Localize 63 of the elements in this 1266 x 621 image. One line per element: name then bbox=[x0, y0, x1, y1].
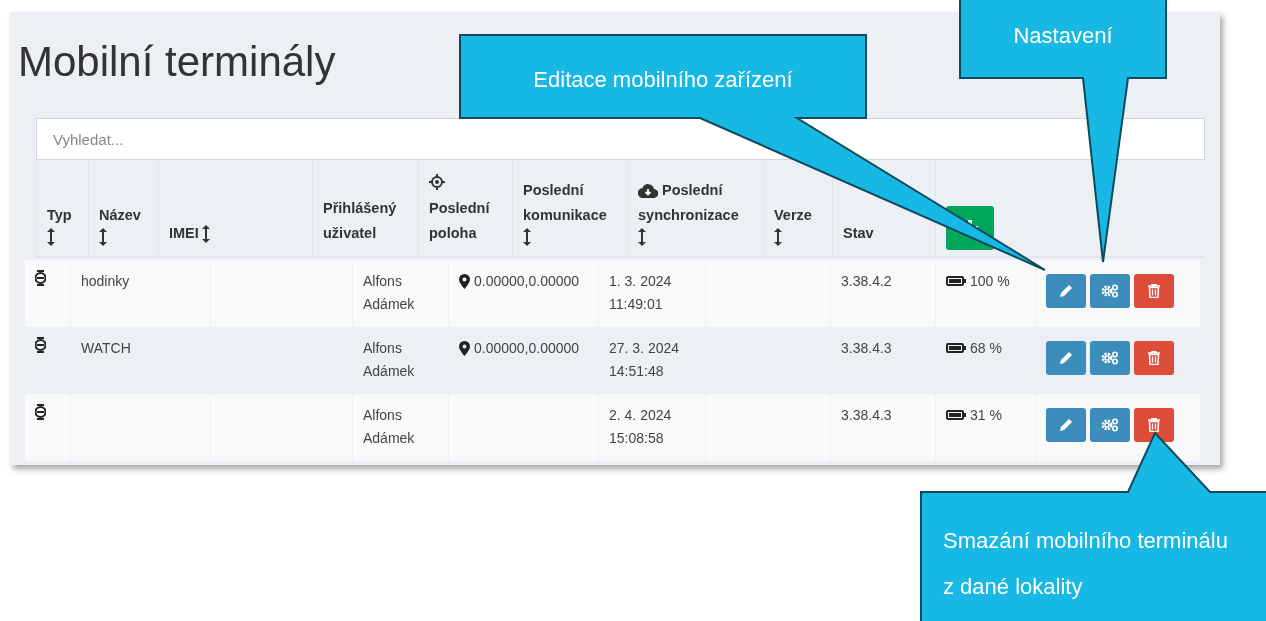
edit-button[interactable] bbox=[1046, 408, 1086, 442]
table-cell-text: Alfons Adámek bbox=[363, 339, 416, 381]
map-pin-icon bbox=[459, 274, 470, 289]
column-header: Verze bbox=[774, 206, 813, 225]
table-cell-text: 100 % bbox=[970, 272, 1010, 291]
pencil-icon bbox=[1059, 284, 1073, 298]
table-cell-text: 2. 4. 2024 15:08:58 bbox=[609, 406, 672, 448]
table-cell-text: Alfons Adámek bbox=[363, 272, 416, 314]
page-title: Mobilní terminály bbox=[18, 38, 336, 86]
settings-button[interactable] bbox=[1090, 274, 1130, 308]
watch-icon bbox=[35, 337, 46, 353]
table-cell-text: 1. 3. 2024 11:49:01 bbox=[609, 272, 672, 314]
table-cell-text: 0.00000,0.00000 bbox=[474, 272, 580, 291]
trash-icon bbox=[1148, 418, 1160, 432]
settings-button[interactable] bbox=[1090, 341, 1130, 375]
battery-icon bbox=[946, 343, 966, 353]
sort-icon[interactable] bbox=[201, 224, 210, 243]
delete-button[interactable] bbox=[1134, 408, 1174, 442]
table-cell-text: 3.38.4.2 bbox=[841, 272, 892, 291]
column-header: Stav bbox=[843, 224, 875, 243]
battery-icon bbox=[946, 410, 966, 420]
sort-icon[interactable] bbox=[99, 228, 107, 246]
trash-icon bbox=[1148, 351, 1160, 365]
sort-icon[interactable] bbox=[774, 228, 782, 246]
settings-button[interactable] bbox=[1090, 408, 1130, 442]
gears-icon bbox=[1101, 351, 1119, 365]
delete-button[interactable] bbox=[1134, 274, 1174, 308]
table-cell-text: 3.38.4.3 bbox=[841, 339, 892, 358]
table-cell-text: 27. 3. 2024 14:51:48 bbox=[609, 339, 680, 381]
cloud-download-icon bbox=[638, 183, 658, 198]
column-header: IMEI bbox=[169, 224, 199, 243]
callout-text: Nastavení bbox=[1012, 22, 1114, 50]
sort-icon[interactable] bbox=[523, 228, 531, 246]
watch-icon bbox=[35, 270, 46, 286]
callout-text: Smazání mobilního terminálu z dané lokality bbox=[943, 527, 1228, 601]
pencil-icon bbox=[1059, 351, 1073, 365]
callout-text: Editace mobilního zařízení bbox=[532, 66, 794, 94]
column-header: Přihlášený uživatel bbox=[323, 199, 398, 243]
table-cell-text: hodinky bbox=[81, 272, 130, 291]
table-cell-text: Alfons Adámek bbox=[363, 406, 416, 448]
trash-icon bbox=[1148, 284, 1160, 298]
table-cell-text: 31 % bbox=[970, 406, 1002, 425]
gears-icon bbox=[1101, 418, 1119, 432]
column-header: Poslední komunikace bbox=[523, 181, 608, 225]
crosshair-icon bbox=[429, 174, 445, 190]
map-pin-icon bbox=[459, 341, 470, 356]
table-cell-text: 68 % bbox=[970, 339, 1002, 358]
column-header: Poslední bbox=[662, 181, 723, 200]
column-header: Název bbox=[99, 206, 142, 225]
table-cell-text: 0.00000,0.00000 bbox=[474, 339, 580, 358]
battery-icon bbox=[946, 276, 966, 286]
gears-icon bbox=[1101, 284, 1119, 298]
delete-button[interactable] bbox=[1134, 341, 1174, 375]
watch-icon bbox=[35, 404, 46, 420]
column-header: Typ bbox=[47, 206, 73, 225]
sort-icon[interactable] bbox=[638, 228, 646, 246]
column-header: Poslední poloha bbox=[429, 199, 491, 243]
table-cell-text: WATCH bbox=[81, 339, 131, 358]
edit-button[interactable] bbox=[1046, 274, 1086, 308]
table-cell-text: 3.38.4.3 bbox=[841, 406, 892, 425]
sort-icon[interactable] bbox=[47, 228, 55, 246]
edit-button[interactable] bbox=[1046, 341, 1086, 375]
column-header: synchronizace bbox=[638, 206, 740, 225]
